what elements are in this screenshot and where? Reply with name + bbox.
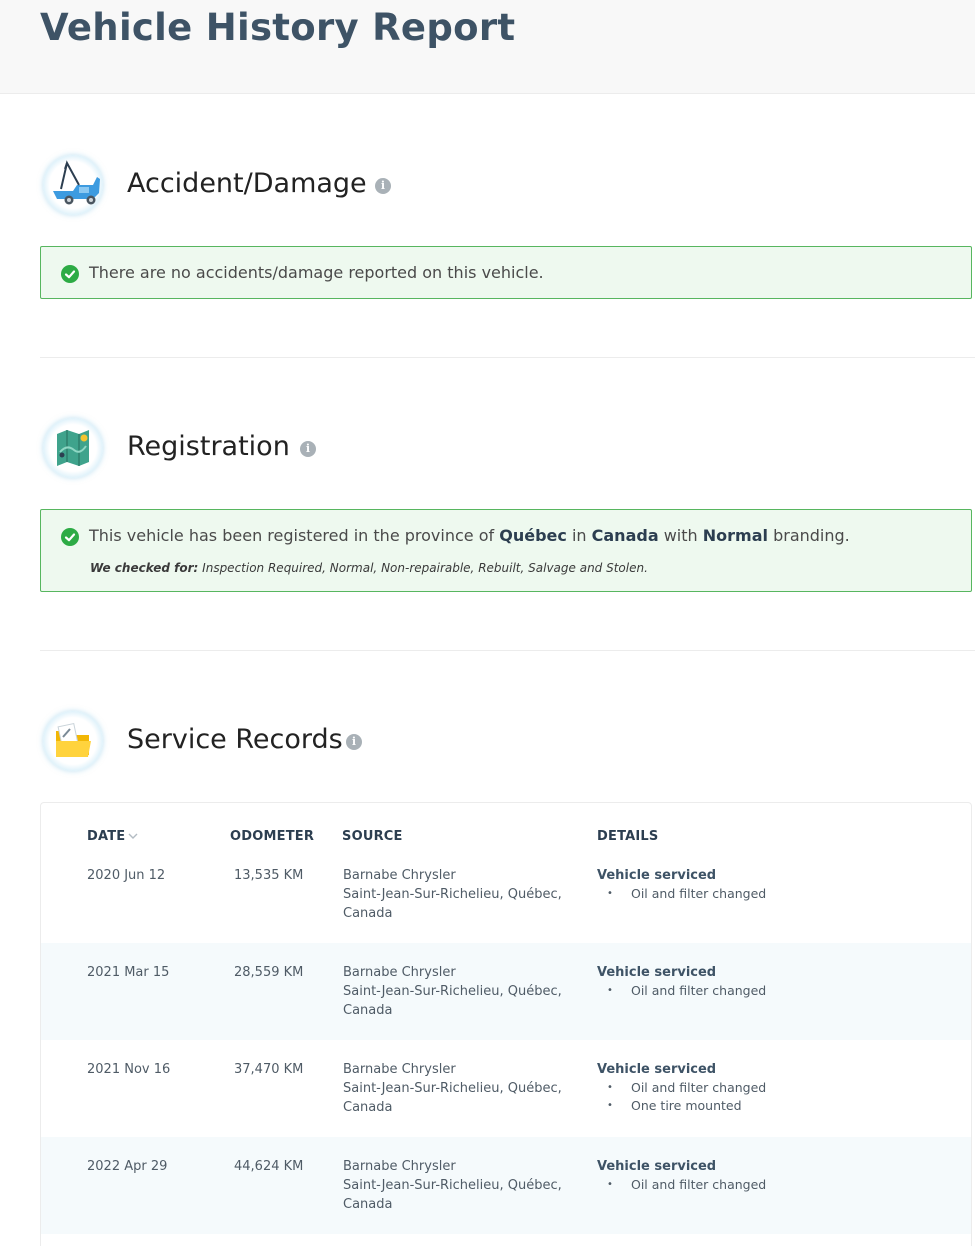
detail-item: • Oil and filter changed xyxy=(607,1177,767,1192)
row-odometer: 44,624 KM xyxy=(234,1159,304,1174)
row-date: 2021 Nov 16 xyxy=(87,1062,171,1077)
map-icon xyxy=(43,418,103,478)
row-date: 2022 Apr 29 xyxy=(87,1159,168,1174)
section-divider xyxy=(40,357,975,358)
service-records-table: DATE ODOMETER SOURCE DETAILS 2020 Jun 12… xyxy=(40,802,972,1246)
detail-item: • Oil and filter changed xyxy=(607,983,767,998)
registration-alert: This vehicle has been registered in the … xyxy=(40,509,972,592)
info-icon[interactable]: i xyxy=(300,441,316,457)
section-title-registration: Registration xyxy=(127,431,290,462)
row-source: Barnabe Chrysler Saint-Jean-Sur-Richelie… xyxy=(343,868,562,921)
row-source: Barnabe Chrysler Saint-Jean-Sur-Richelie… xyxy=(343,965,562,1018)
row-source: Barnabe Chrysler Saint-Jean-Sur-Richelie… xyxy=(343,1062,562,1115)
section-title-accident: Accident/Damage xyxy=(127,168,367,199)
tow-truck-icon xyxy=(43,155,103,215)
detail-item: • Oil and filter changed xyxy=(607,1080,767,1095)
row-details: Vehicle serviced • Oil and filter changed xyxy=(597,866,766,903)
row-odometer: 37,470 KM xyxy=(234,1062,304,1077)
row-source: Barnabe Chrysler Saint-Jean-Sur-Richelie… xyxy=(343,1159,562,1212)
detail-title: Vehicle serviced xyxy=(597,1062,717,1077)
page-title: Vehicle History Report xyxy=(40,6,516,49)
row-details: Vehicle serviced • Oil and filter changed… xyxy=(597,1060,766,1115)
branding: Normal xyxy=(702,526,768,545)
folder-icon xyxy=(43,711,103,771)
checked-for-note: We checked for: Inspection Required, Nor… xyxy=(90,561,648,575)
column-header-details: DETAILS xyxy=(597,829,659,844)
table-row: 2021 Mar 15 28,559 KM Barnabe Chrysler S… xyxy=(41,943,971,1040)
sort-chevron-down-icon[interactable] xyxy=(128,831,138,841)
detail-item: • One tire mounted xyxy=(607,1098,742,1113)
detail-title: Vehicle serviced xyxy=(597,1159,717,1174)
column-header-odometer: ODOMETER xyxy=(230,829,315,844)
country: Canada xyxy=(591,526,659,545)
row-date: 2020 Jun 12 xyxy=(87,868,166,883)
check-circle-icon xyxy=(61,265,79,283)
detail-title: Vehicle serviced xyxy=(597,868,717,883)
page-header: Vehicle History Report xyxy=(0,0,975,94)
info-icon[interactable]: i xyxy=(375,178,391,194)
row-details: Vehicle serviced • Oil and filter changed xyxy=(597,1157,766,1194)
detail-item: • Oil and filter changed xyxy=(607,886,767,901)
table-row: 2022 Apr 29 44,624 KM Barnabe Chrysler S… xyxy=(41,1137,971,1234)
table-row: 2020 Jun 12 13,535 KM Barnabe Chrysler S… xyxy=(41,855,971,952)
row-date: 2021 Mar 15 xyxy=(87,965,170,980)
section-divider xyxy=(40,650,975,651)
column-header-source: SOURCE xyxy=(342,829,403,844)
row-details: Vehicle serviced • Oil and filter changed xyxy=(597,963,766,1000)
row-odometer: 13,535 KM xyxy=(234,868,304,883)
table-row: 2021 Nov 16 37,470 KM Barnabe Chrysler S… xyxy=(41,1040,971,1137)
column-header-date[interactable]: DATE xyxy=(87,829,125,844)
detail-title: Vehicle serviced xyxy=(597,965,717,980)
accident-message: There are no accidents/damage reported o… xyxy=(89,263,544,282)
section-title-service: Service Records xyxy=(127,724,343,755)
check-circle-icon xyxy=(61,528,79,546)
registration-message: This vehicle has been registered in the … xyxy=(89,526,850,545)
info-icon[interactable]: i xyxy=(346,734,362,750)
province: Québec xyxy=(499,526,567,545)
accident-alert: There are no accidents/damage reported o… xyxy=(40,246,972,299)
row-odometer: 28,559 KM xyxy=(234,965,304,980)
